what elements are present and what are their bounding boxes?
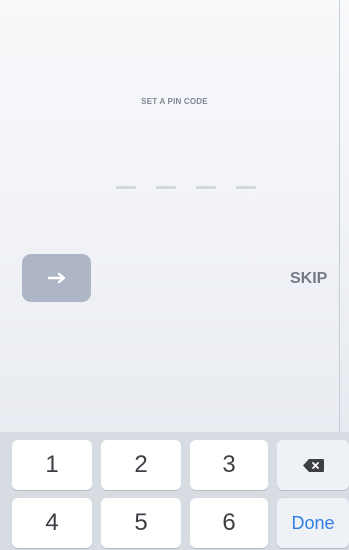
key-1[interactable]: 1 [12,440,92,490]
pin-dash [156,186,176,189]
pin-setup-screen: SET A PIN CODE SKIP 1 2 3 4 5 6 Done [0,0,349,550]
skip-button[interactable]: SKIP [290,270,327,288]
backspace-icon [302,458,324,472]
pin-dash [196,186,216,189]
next-button[interactable] [22,254,91,302]
right-edge-panel [339,0,349,432]
delete-key[interactable] [277,440,349,490]
key-6[interactable]: 6 [190,498,268,548]
arrow-right-icon [47,272,65,284]
page-title: SET A PIN CODE [141,97,208,106]
pin-dash [236,186,256,189]
key-5[interactable]: 5 [101,498,181,548]
key-3[interactable]: 3 [190,440,268,490]
pin-input-dashes[interactable] [116,186,256,189]
numeric-keyboard: 1 2 3 4 5 6 Done [0,432,349,550]
key-4[interactable]: 4 [12,498,92,548]
pin-dash [116,186,136,189]
done-key[interactable]: Done [277,498,349,548]
key-2[interactable]: 2 [101,440,181,490]
